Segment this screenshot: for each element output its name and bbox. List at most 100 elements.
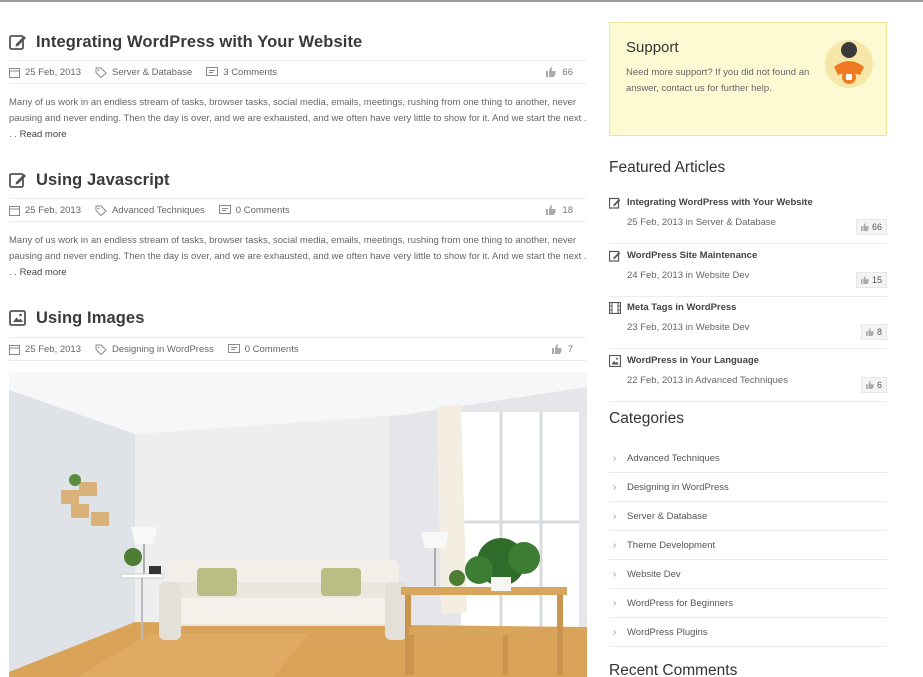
category-link[interactable]: Theme Development <box>627 540 715 551</box>
featured-article-category[interactable]: Website Dev <box>696 322 750 333</box>
featured-article-likes: 15 <box>855 272 887 288</box>
post-excerpt-text: Many of us work in an endless stream of … <box>9 97 587 140</box>
support-text: Need more support? If you did not found … <box>626 67 810 94</box>
thumbs-up-icon <box>865 381 874 389</box>
post-comments[interactable]: 0 Comments <box>227 343 299 355</box>
thumbs-up-icon <box>546 205 556 215</box>
featured-article[interactable]: Integrating WordPress with Your Website … <box>609 194 887 244</box>
post-category-link[interactable]: Server & Database <box>112 67 192 78</box>
thumbs-up-icon <box>546 67 556 77</box>
featured-article-likes-count: 15 <box>871 275 882 285</box>
post-title-row: Using Images <box>9 306 587 330</box>
post-date: 25 Feb, 2013 <box>9 344 81 355</box>
category-link[interactable]: WordPress for Beginners <box>627 598 733 609</box>
post-likes-count: 18 <box>562 204 573 216</box>
featured-article-category[interactable]: Server & Database <box>696 217 776 228</box>
featured-article-title[interactable]: WordPress Site Maintenance <box>627 250 757 261</box>
thumbs-up-icon <box>551 344 562 354</box>
edit-icon <box>609 197 621 209</box>
comment-icon <box>206 66 219 76</box>
read-more-link[interactable]: Read more <box>20 267 67 278</box>
featured-article-category[interactable]: Advanced Techniques <box>695 375 788 386</box>
featured-article-date: 22 Feb, 2013 <box>627 375 683 386</box>
featured-article-in: in <box>685 217 694 228</box>
featured-article-category[interactable]: Website Dev <box>696 270 750 281</box>
calendar-icon <box>9 67 20 78</box>
featured-article-likes-count: 6 <box>876 380 882 390</box>
post-title-row: Using Javascript <box>9 168 587 192</box>
category-item[interactable]: › Website Dev <box>609 560 887 589</box>
featured-article[interactable]: WordPress in Your Language 22 Feb, 2013 … <box>609 352 887 402</box>
post-likes[interactable]: 7 <box>551 338 573 360</box>
comment-icon <box>218 204 231 214</box>
category-link[interactable]: Server & Database <box>627 511 707 522</box>
category-item[interactable]: › Server & Database <box>609 502 887 531</box>
featured-article-meta: 23 Feb, 2013 in Website Dev <box>627 322 749 333</box>
post-featured-image[interactable] <box>9 372 587 677</box>
read-more-link[interactable]: Read more <box>20 129 67 140</box>
category-link[interactable]: Designing in WordPress <box>627 482 729 493</box>
post-category[interactable]: Advanced Techniques <box>95 205 205 216</box>
chevron-right-icon: › <box>613 510 617 522</box>
calendar-icon <box>9 205 20 216</box>
post-excerpt: Many of us work in an endless stream of … <box>9 233 587 281</box>
featured-article-title[interactable]: Integrating WordPress with Your Website <box>627 197 813 208</box>
featured-article-title[interactable]: WordPress in Your Language <box>627 355 759 366</box>
category-link[interactable]: WordPress Plugins <box>627 627 708 638</box>
tag-icon <box>95 67 107 78</box>
post-comments-link[interactable]: 3 Comments <box>223 67 277 78</box>
image-icon <box>9 309 27 327</box>
post-category-link[interactable]: Designing in WordPress <box>112 344 214 355</box>
support-box: Support Need more support? If you did no… <box>609 22 887 136</box>
post-comments[interactable]: 3 Comments <box>206 66 277 78</box>
post-meta: 25 Feb, 2013 Server & Database 3 Comment… <box>9 60 587 84</box>
edit-icon <box>9 33 27 51</box>
featured-article-in: in <box>685 322 694 333</box>
category-item[interactable]: › Designing in WordPress <box>609 473 887 502</box>
chevron-right-icon: › <box>613 481 617 493</box>
post-title-link[interactable]: Integrating WordPress with Your Website <box>36 33 362 52</box>
post-category[interactable]: Server & Database <box>95 67 192 78</box>
featured-article[interactable]: WordPress Site Maintenance 24 Feb, 2013 … <box>609 247 887 297</box>
thumbs-up-icon <box>860 223 869 231</box>
featured-article-meta: 25 Feb, 2013 in Server & Database <box>627 217 776 228</box>
featured-article-in: in <box>685 375 694 386</box>
post-meta: 25 Feb, 2013 Advanced Techniques 0 Comme… <box>9 198 587 222</box>
edit-icon <box>609 250 621 262</box>
chevron-right-icon: › <box>613 626 617 638</box>
post-date-text: 25 Feb, 2013 <box>25 66 81 78</box>
post-title-link[interactable]: Using Javascript <box>36 171 170 190</box>
post-comments[interactable]: 0 Comments <box>218 204 290 216</box>
featured-article-date: 23 Feb, 2013 <box>627 322 683 333</box>
featured-article-date: 25 Feb, 2013 <box>627 217 683 228</box>
calendar-icon <box>9 344 20 355</box>
featured-article[interactable]: Meta Tags in WordPress 23 Feb, 2013 in W… <box>609 299 887 349</box>
post-date: 25 Feb, 2013 <box>9 205 81 216</box>
category-link[interactable]: Advanced Techniques <box>627 453 720 464</box>
categories-heading: Categories <box>609 410 684 427</box>
post-category[interactable]: Designing in WordPress <box>95 344 214 355</box>
chevron-right-icon: › <box>613 452 617 464</box>
post-likes[interactable]: 18 <box>546 199 573 221</box>
post-likes-count: 7 <box>567 343 573 355</box>
post-likes-count: 66 <box>562 66 573 78</box>
featured-article-title[interactable]: Meta Tags in WordPress <box>627 302 736 313</box>
post-likes[interactable]: 66 <box>546 61 573 83</box>
featured-articles-heading: Featured Articles <box>609 159 726 176</box>
category-item[interactable]: › WordPress for Beginners <box>609 589 887 618</box>
category-item[interactable]: › Theme Development <box>609 531 887 560</box>
category-item[interactable]: › Advanced Techniques <box>609 444 887 473</box>
post-excerpt: Many of us work in an endless stream of … <box>9 95 587 143</box>
post-meta: 25 Feb, 2013 Designing in WordPress 0 Co… <box>9 337 587 361</box>
post-date-text: 25 Feb, 2013 <box>25 343 81 355</box>
post: Using Images 25 Feb, 2013 Designing in W… <box>9 306 587 361</box>
category-item[interactable]: › WordPress Plugins <box>609 618 887 647</box>
featured-article-likes-count: 66 <box>871 222 882 232</box>
post-comments-link[interactable]: 0 Comments <box>245 344 299 355</box>
featured-article-meta: 22 Feb, 2013 in Advanced Techniques <box>627 375 788 386</box>
post-comments-link[interactable]: 0 Comments <box>236 205 290 216</box>
post-category-link[interactable]: Advanced Techniques <box>112 205 205 216</box>
post-title-link[interactable]: Using Images <box>36 309 144 328</box>
comment-icon <box>227 343 240 353</box>
category-link[interactable]: Website Dev <box>627 569 681 580</box>
